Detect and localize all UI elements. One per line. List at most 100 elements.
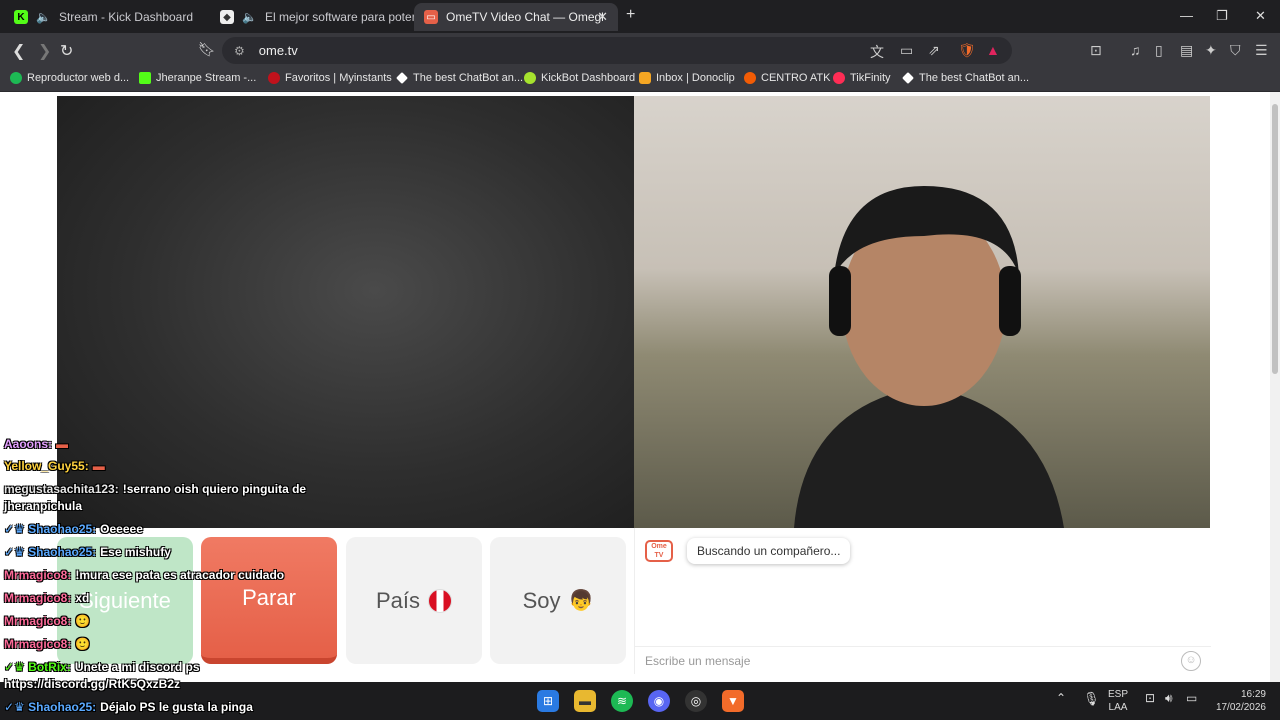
taskbar: https://discord.gg/RtK5QxzB2z ✓♛ Shaohao… <box>0 677 1280 720</box>
badges-icon: ✓♛ <box>4 522 25 536</box>
bookmark-item[interactable]: Jheranpe Stream -... <box>139 72 256 84</box>
self-video <box>634 96 1210 528</box>
bookmark-item[interactable]: Reproductor web d... <box>10 72 129 84</box>
leo-ai-icon[interactable]: ✦ <box>1205 42 1217 59</box>
tab-streamer-software[interactable]: ◆ 🔈 El mejor software para potenciar <box>210 3 414 31</box>
myinstants-icon <box>268 72 280 84</box>
tikfinity-icon <box>833 72 845 84</box>
tab-label: El mejor software para potenciar <box>264 10 414 24</box>
donoclip-icon <box>639 72 651 84</box>
close-tab-icon[interactable]: ✕ <box>597 9 608 25</box>
overlay-chat-line: ✓♛ Shaohao25: Ese mishufy <box>4 545 171 559</box>
speaker-icon[interactable]: 🔈 <box>242 10 257 24</box>
new-tab-button[interactable]: + <box>626 6 635 24</box>
network-icon[interactable]: ⊡ <box>1145 692 1155 705</box>
overlay-chat-line: Mrmagico8: 🙂 <box>4 614 91 628</box>
minimize-icon[interactable]: — <box>1180 8 1193 23</box>
spotify-icon[interactable]: ≋ <box>611 690 633 712</box>
discord-icon[interactable]: ◉ <box>648 690 670 712</box>
cast-icon[interactable]: ▭ <box>900 42 913 59</box>
url-text: ome.tv <box>258 43 298 58</box>
kick-icon <box>139 72 151 84</box>
webcam-person <box>794 186 1064 528</box>
badges-icon: ✓♛ <box>4 700 25 714</box>
kick-icon: K <box>14 10 28 24</box>
tray-chevron-icon[interactable]: ⌃ <box>1056 692 1066 705</box>
menu-icon[interactable]: ☰ <box>1255 42 1268 59</box>
badges-icon: ✓♛ <box>4 660 25 674</box>
botrix-icon <box>902 72 914 84</box>
speaker-icon[interactable]: 🔈 <box>36 10 51 24</box>
message-placeholder: Escribe un mensaje <box>645 654 751 668</box>
share-icon[interactable]: ⇗ <box>928 42 940 59</box>
tab-label: Stream - Kick Dashboard <box>58 10 194 24</box>
text-chat-panel: Ome TV Buscando un compañero... Escribe u… <box>634 528 1211 674</box>
screenshot-icon[interactable]: ⊡ <box>1090 42 1102 59</box>
translate-icon[interactable]: 文 <box>870 42 884 62</box>
emoji-icon[interactable]: ☺ <box>1181 651 1201 671</box>
volume-icon[interactable]: 🔊︎ <box>1165 692 1173 705</box>
site-info-icon[interactable]: ⚙ <box>234 44 245 58</box>
ometv-logo-icon: Ome TV <box>645 540 673 562</box>
bookmark-item[interactable]: The best ChatBot an... <box>396 72 523 84</box>
emote-icon: ▬ <box>92 459 105 473</box>
scrollbar[interactable] <box>1270 92 1280 682</box>
emote-icon: ▬ <box>56 437 68 451</box>
streamer-bot-icon: ◆ <box>220 10 234 24</box>
country-button[interactable]: País <box>346 537 482 664</box>
tab-kick-dashboard[interactable]: K 🔈 Stream - Kick Dashboard <box>4 3 210 31</box>
botrix-icon <box>396 72 408 84</box>
tab-label: OmeTV Video Chat — Omegl <box>446 10 604 24</box>
overlay-chat-line: jheranpichula <box>4 499 83 513</box>
stop-button[interactable]: Parar <box>201 537 337 664</box>
toolbar: ❮ ❯ ↻ 🔖︎ ⚙ ome.tv 文 ▭ ⇗ 🛡 ▲ ⊡ ♫ ▯ ▤ ✦ ⛉ … <box>0 33 1280 68</box>
windows-start-icon[interactable]: ⊞ <box>537 690 559 712</box>
back-icon[interactable]: ❮ <box>12 41 25 61</box>
microphone-icon[interactable]: 🎙︎ <box>1083 692 1100 705</box>
language-indicator[interactable]: ESP LAA <box>1108 688 1128 714</box>
media-icon[interactable]: ♫ <box>1130 42 1141 58</box>
vpn-icon[interactable]: ⛉ <box>1230 42 1241 59</box>
overlay-chat-line: Mrmagico8: xd <box>4 591 90 605</box>
brave-browser-icon[interactable]: ▼ <box>722 690 744 712</box>
tab-ometv[interactable]: ▭ OmeTV Video Chat — Omegl ✕ <box>414 3 618 31</box>
status-message: Buscando un compañero... <box>687 538 851 564</box>
kickbot-icon <box>524 72 536 84</box>
bookmark-item[interactable]: Favoritos | Myinstants <box>268 72 392 84</box>
sidebar-icon[interactable]: ▯ <box>1155 42 1163 59</box>
overlay-chat-line: https://discord.gg/RtK5QxzB2z <box>4 677 181 691</box>
bookmark-icon[interactable]: 🔖︎ <box>198 41 216 58</box>
overlay-chat-line: Yellow_Guy55: ▬ <box>4 459 105 473</box>
overlay-chat-line: Mrmagico8: 🙂 <box>4 637 91 651</box>
close-window-icon[interactable]: ✕ <box>1255 8 1266 24</box>
obs-icon[interactable]: ◎ <box>685 690 707 712</box>
emote-icon: 🙂 <box>75 637 91 651</box>
address-bar[interactable]: ⚙ ome.tv <box>222 37 1012 64</box>
ometv-icon: ▭ <box>424 10 438 24</box>
bookmark-item[interactable]: CENTRO ATK <box>744 72 830 84</box>
clock[interactable]: 16:29 17/02/2026 <box>1210 688 1266 714</box>
bookmark-item[interactable]: KickBot Dashboard <box>524 72 635 84</box>
brave-rewards-icon[interactable]: ▲ <box>986 42 1000 58</box>
gender-button[interactable]: Soy 👦 <box>490 537 626 664</box>
scrollbar-thumb[interactable] <box>1272 104 1278 374</box>
message-input[interactable]: Escribe un mensaje ☺ <box>635 646 1211 674</box>
tab-strip: K 🔈 Stream - Kick Dashboard ◆ 🔈 El mejor… <box>0 0 1280 33</box>
maximize-icon[interactable]: ❐ <box>1216 8 1228 24</box>
bookmark-item[interactable]: Inbox | Donoclip <box>639 72 735 84</box>
atk-icon <box>744 72 756 84</box>
brave-shields-icon[interactable]: 🛡 <box>958 42 976 59</box>
bookmark-item[interactable]: The best ChatBot an... <box>902 72 1029 84</box>
forward-icon[interactable]: ❯ <box>38 41 51 61</box>
spotify-icon <box>10 72 22 84</box>
reload-icon[interactable]: ↻ <box>60 41 73 61</box>
overlay-chat-line: ✓♛ Shaohao25: Oeeeee <box>4 522 143 536</box>
wallet-icon[interactable]: ▤ <box>1180 42 1193 59</box>
file-explorer-icon[interactable]: ▬ <box>574 690 596 712</box>
overlay-chat-line: Mrmagico8: !mura ese pata es atracador cu… <box>4 568 285 582</box>
bookmark-item[interactable]: TikFinity <box>833 72 891 84</box>
overlay-chat-line: Aaoons: ▬ <box>4 437 68 451</box>
overlay-chat-line: ✓♛ BotRix: Unete a mi discord ps <box>4 660 200 674</box>
battery-icon[interactable]: ▭ <box>1186 692 1197 705</box>
badges-icon: ✓♛ <box>4 545 25 559</box>
